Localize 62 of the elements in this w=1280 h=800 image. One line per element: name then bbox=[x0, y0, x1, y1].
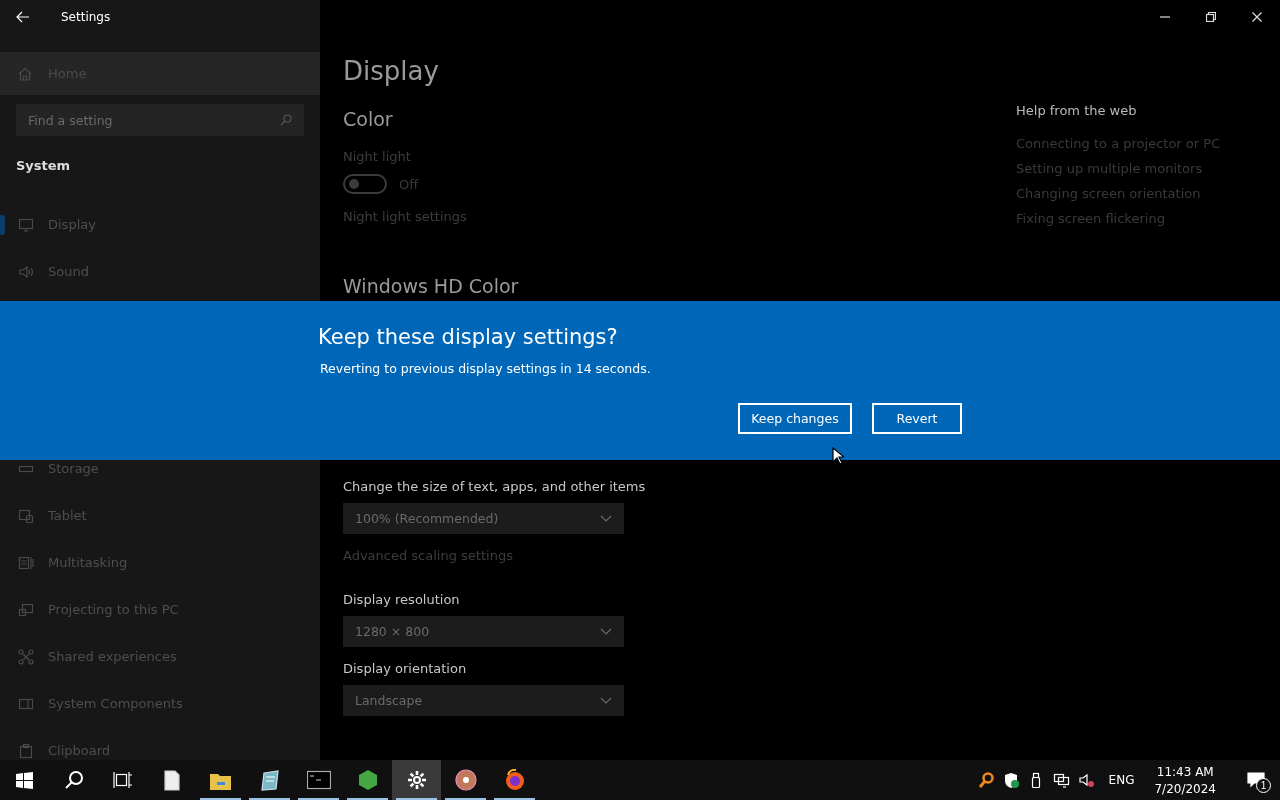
clock-date[interactable]: 7/20/2024 bbox=[1154, 781, 1216, 796]
chevron-down-icon bbox=[600, 697, 612, 704]
help-link[interactable]: Connecting to a projector or PC bbox=[1016, 136, 1221, 151]
chevron-down-icon bbox=[600, 628, 612, 635]
language-indicator[interactable]: ENG bbox=[1108, 773, 1135, 787]
section-heading: System bbox=[16, 158, 72, 174]
magnifier-icon bbox=[977, 771, 995, 789]
clipboard-icon bbox=[18, 742, 34, 759]
house-icon bbox=[18, 66, 32, 81]
taskbar-button[interactable] bbox=[392, 760, 441, 800]
dialog-button[interactable]: Revert bbox=[872, 403, 962, 434]
settings-link[interactable]: Night light settings bbox=[343, 209, 1016, 224]
cursor-icon bbox=[832, 447, 844, 465]
toggle-state: Off bbox=[399, 176, 419, 192]
settings-link[interactable]: Advanced scaling settings bbox=[343, 548, 1016, 563]
muted-speaker-icon bbox=[1077, 771, 1095, 789]
task-view-icon bbox=[112, 770, 133, 790]
page-title: Display bbox=[343, 56, 440, 88]
help-link[interactable]: Changing screen orientation bbox=[1016, 186, 1221, 201]
setting-label: Display orientation bbox=[343, 661, 468, 676]
notification-count: 1 bbox=[1256, 778, 1271, 793]
dropdown[interactable]: Landscape bbox=[343, 685, 624, 716]
restore-icon bbox=[1206, 11, 1216, 22]
globe-fox-icon bbox=[503, 769, 526, 791]
help-link[interactable]: Fixing screen flickering bbox=[1016, 211, 1221, 226]
windows-logo-icon bbox=[15, 770, 34, 790]
search-icon bbox=[280, 114, 292, 126]
dropdown[interactable]: 1280 × 800 bbox=[343, 616, 624, 647]
chevron-down-icon bbox=[600, 515, 612, 522]
section-heading: Color bbox=[343, 108, 394, 132]
tablet-icon bbox=[18, 507, 34, 524]
search-field[interactable]: Find a setting bbox=[16, 104, 304, 136]
speaker-icon bbox=[18, 263, 34, 280]
dialog-button[interactable]: Keep changes bbox=[738, 403, 852, 434]
close-icon bbox=[1252, 11, 1262, 22]
dialog-title: Keep these display settings? bbox=[318, 325, 619, 349]
toggle-switch[interactable] bbox=[343, 174, 387, 194]
cube-icon bbox=[356, 769, 379, 791]
disc-icon bbox=[454, 769, 477, 791]
shield-icon bbox=[1002, 771, 1020, 789]
help-heading: Help from the web bbox=[1016, 103, 1138, 118]
projecting-icon bbox=[18, 601, 34, 618]
terminal-icon bbox=[306, 770, 331, 790]
dropdown[interactable]: 100% (Recommended) bbox=[343, 503, 624, 534]
windows-icon bbox=[18, 554, 34, 571]
dialog-message: Reverting to previous display settings in 14 seconds. bbox=[320, 361, 652, 376]
nodes-icon bbox=[18, 648, 34, 665]
network-icon bbox=[1052, 771, 1070, 789]
notepad-icon bbox=[259, 769, 280, 791]
notifications-button[interactable]: 1 bbox=[1232, 760, 1280, 800]
help-link[interactable]: Setting up multiple monitors bbox=[1016, 161, 1221, 176]
clock-time[interactable]: 11:43 AM bbox=[1156, 764, 1214, 779]
search-icon bbox=[63, 770, 84, 790]
settings-icon bbox=[406, 770, 427, 790]
document-icon bbox=[162, 769, 181, 791]
window-title: Settings bbox=[61, 9, 111, 24]
section-heading: Windows HD Color bbox=[343, 275, 520, 299]
setting-label: Change the size of text, apps, and other items bbox=[343, 479, 647, 494]
monitor-icon bbox=[18, 216, 34, 233]
setting-label: Night light bbox=[343, 149, 412, 164]
setting-label: Display resolution bbox=[343, 592, 461, 607]
back-arrow-icon bbox=[16, 10, 30, 23]
